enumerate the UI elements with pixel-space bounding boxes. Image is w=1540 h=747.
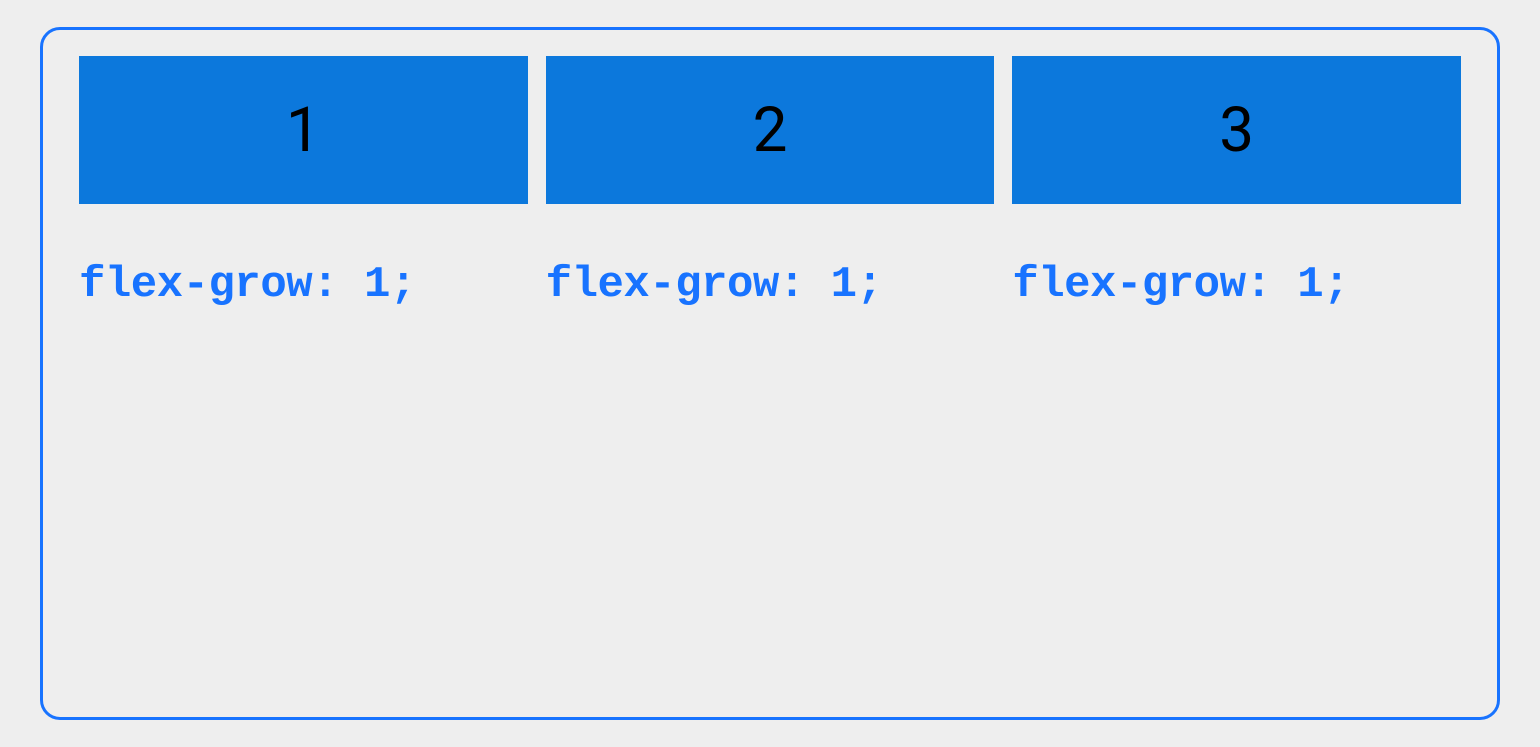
flex-box-2: 2 bbox=[546, 56, 995, 204]
flex-demo-container: 1 2 3 flex-grow: 1; flex-grow: 1; flex-g… bbox=[40, 27, 1500, 720]
css-label-1: flex-grow: 1; bbox=[79, 260, 528, 310]
flex-box-3: 3 bbox=[1012, 56, 1461, 204]
labels-row: flex-grow: 1; flex-grow: 1; flex-grow: 1… bbox=[79, 260, 1461, 310]
css-label-3: flex-grow: 1; bbox=[1012, 260, 1461, 310]
boxes-row: 1 2 3 bbox=[79, 56, 1461, 204]
css-label-2: flex-grow: 1; bbox=[546, 260, 995, 310]
flex-box-1: 1 bbox=[79, 56, 528, 204]
